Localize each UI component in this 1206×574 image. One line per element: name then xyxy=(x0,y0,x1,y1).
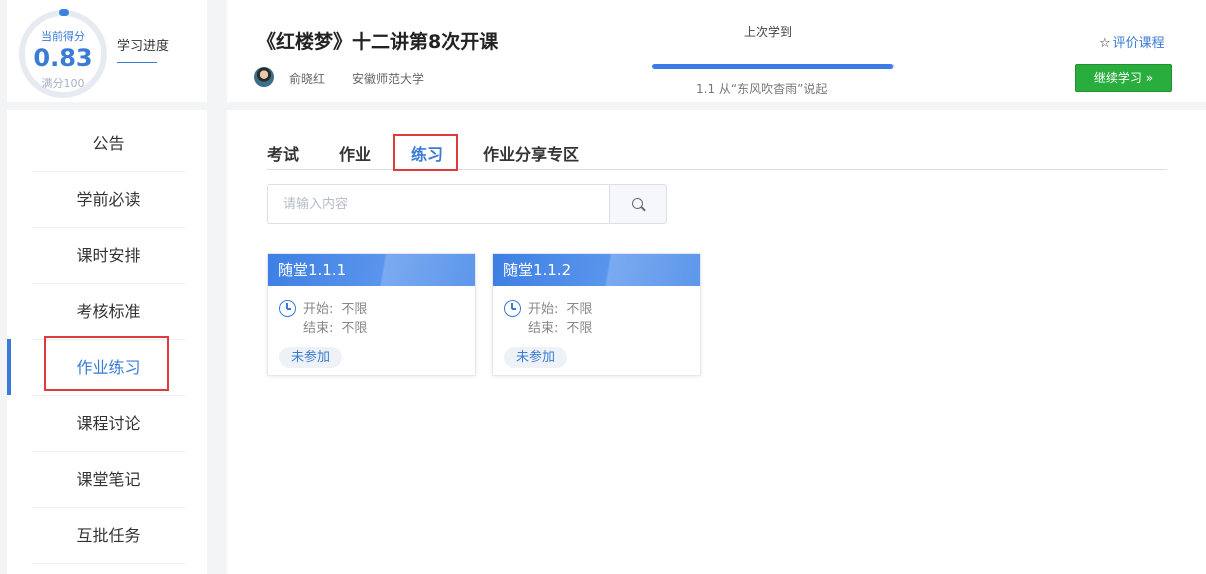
practice-card[interactable]: 随堂1.1.2 开始: 不限 结束: 不限 未参加 xyxy=(492,253,701,376)
card-end-row: 结束: 不限 xyxy=(303,317,367,336)
last-study-progress-fill xyxy=(652,64,893,69)
main-content: 考试 作业 练习 作业分享专区 随堂1.1.1 开始:不限 结束:不限 未参加 … xyxy=(227,110,1206,574)
card-title: 随堂1.1.1 xyxy=(268,254,475,286)
practice-card[interactable]: 随堂1.1.1 开始: 不限 结束: 不限 未参加 xyxy=(267,253,476,376)
card-start-value: 不限 xyxy=(341,302,368,317)
highlight-box-sidebar xyxy=(44,336,169,391)
sidebar-item-schedule[interactable]: 课时安排 xyxy=(32,228,185,284)
sidebar-item-peer-review[interactable]: 互批任务 xyxy=(32,508,185,564)
card-end-value: 不限 xyxy=(566,321,593,336)
sidebar-item-announcement[interactable]: 公告 xyxy=(32,116,185,172)
score-value: 0.83 xyxy=(33,44,93,72)
card-start-label: 开始: xyxy=(528,302,559,317)
sidebar-active-indicator xyxy=(7,339,11,395)
last-study-progress-bar xyxy=(652,64,895,69)
sidebar: 公告 学前必读 课时安排 考核标准 作业练习 课程讨论 课堂笔记 互批任务 xyxy=(7,110,207,574)
search-icon-handle xyxy=(641,206,646,212)
school-name: 安徽师范大学 xyxy=(352,72,425,86)
card-title: 随堂1.1.2 xyxy=(493,254,700,286)
last-study-label: 上次学到 xyxy=(744,25,793,39)
card-start-row: 开始: 不限 xyxy=(303,298,367,317)
last-study-lesson[interactable]: 1.1 从“东风吹杳雨”说起 xyxy=(696,80,827,97)
clock-icon xyxy=(504,300,521,317)
score-ring-indicator xyxy=(59,9,69,16)
status-badge: 未参加 xyxy=(279,347,343,368)
sidebar-item-notes[interactable]: 课堂笔记 xyxy=(32,452,185,508)
clock-icon xyxy=(279,300,296,317)
card-end-label: 结束: xyxy=(528,321,559,336)
tab-homework[interactable]: 作业 xyxy=(339,141,371,165)
star-outline-icon: ☆ xyxy=(1099,36,1111,51)
card-end-row: 结束: 不限 xyxy=(528,317,592,336)
card-end-label: 结束: xyxy=(303,321,334,336)
card-start-value: 不限 xyxy=(566,302,593,317)
score-ring: 当前得分 0.83 满分100 xyxy=(19,10,107,98)
score-panel: 当前得分 0.83 满分100 学习进度 xyxy=(7,0,207,102)
tab-homework-share[interactable]: 作业分享专区 xyxy=(483,141,579,165)
card-start-label: 开始: xyxy=(303,302,334,317)
card-start-row: 开始: 不限 xyxy=(528,298,592,317)
sidebar-item-pre-reading[interactable]: 学前必读 xyxy=(32,172,185,228)
teacher-name[interactable]: 俞晓红 xyxy=(289,70,325,87)
score-label: 当前得分 xyxy=(41,30,85,43)
continue-study-button[interactable]: 继续学习 » xyxy=(1075,64,1172,92)
search-input[interactable] xyxy=(267,184,610,224)
tab-exam[interactable]: 考试 xyxy=(267,141,299,165)
status-badge: 未参加 xyxy=(504,347,568,368)
rate-course-link[interactable]: ☆ 评价课程 xyxy=(1099,32,1165,51)
course-header: 《红楼梦》十二讲第8次开课 俞晓红 安徽师范大学 上次学到 1.1 从“东风吹杳… xyxy=(227,0,1206,102)
study-progress-underline xyxy=(117,62,157,63)
rate-course-label: 评价课程 xyxy=(1112,36,1165,51)
highlight-box-tab xyxy=(393,134,458,171)
search-button[interactable] xyxy=(609,184,667,224)
card-end-value: 不限 xyxy=(341,321,368,336)
teacher-avatar xyxy=(254,67,274,87)
sidebar-item-assessment[interactable]: 考核标准 xyxy=(32,284,185,340)
sidebar-item-discussion[interactable]: 课程讨论 xyxy=(32,396,185,452)
course-title: 《红楼梦》十二讲第8次开课 xyxy=(257,31,499,53)
study-progress-link[interactable]: 学习进度 xyxy=(117,35,169,54)
score-full: 满分100 xyxy=(41,77,85,90)
